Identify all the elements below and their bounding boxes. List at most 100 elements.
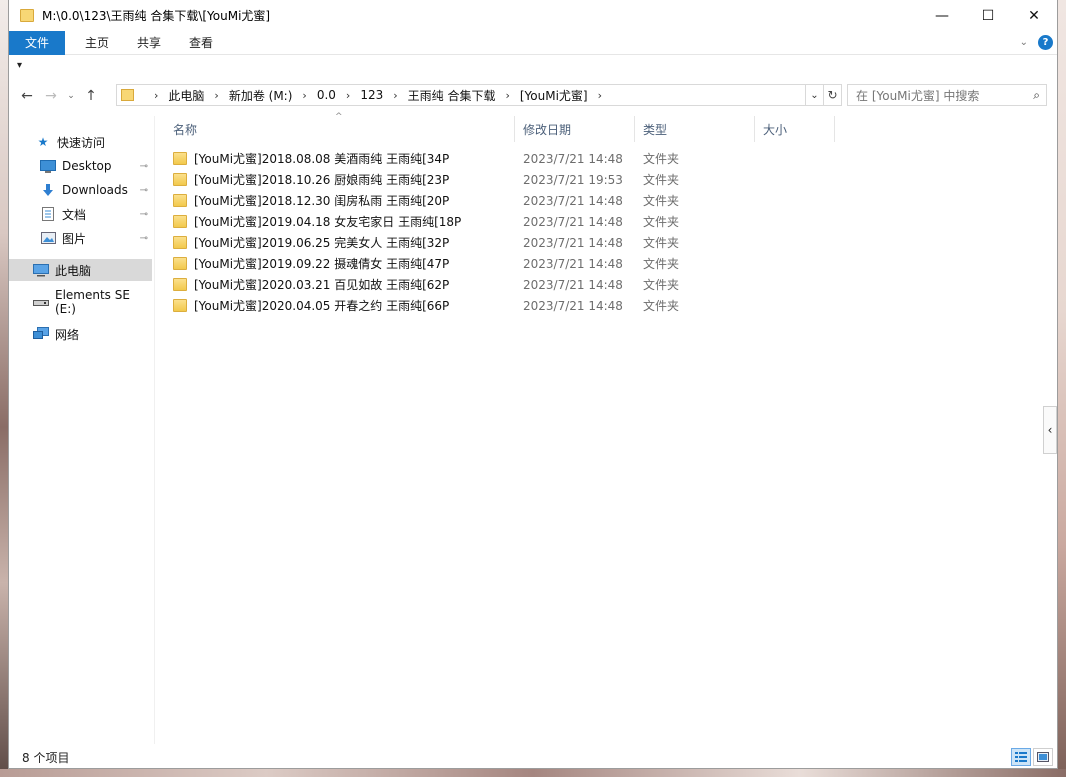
folder-icon <box>173 299 187 312</box>
sidebar-item-label: Elements SE (E:) <box>55 288 130 316</box>
table-row[interactable]: [YouMi尤蜜]2019.04.18 女友宅家日 王雨纯[18P 2023/7… <box>165 211 845 232</box>
breadcrumb-separator[interactable]: › <box>598 89 602 102</box>
breadcrumb-folder-collection[interactable]: 王雨纯 合集下载 <box>408 87 496 104</box>
search-input[interactable]: 在 [YouMi尤蜜] 中搜索 <box>856 87 979 104</box>
window-title: M:\0.0\123\王雨纯 合集下载\[YouMi尤蜜] <box>42 9 271 23</box>
large-icons-view-button[interactable] <box>1033 748 1053 766</box>
file-type: 文件夹 <box>643 194 680 208</box>
sidebar-item-downloads[interactable]: Downloads ⊸ <box>9 179 152 201</box>
preview-pane-toggle-chevron-icon[interactable]: ‹ <box>1043 406 1057 454</box>
table-row[interactable]: [YouMi尤蜜]2018.12.30 闺房私雨 王雨纯[20P 2023/7/… <box>165 190 845 211</box>
ribbon-tabs: 文件 主页 共享 查看 ⌄ ? <box>9 30 1057 55</box>
details-view-button[interactable] <box>1011 748 1031 766</box>
search-box[interactable]: 在 [YouMi尤蜜] 中搜索 ⌕ <box>847 84 1047 106</box>
column-header-label: 修改日期 <box>523 122 572 137</box>
file-name: [YouMi尤蜜]2018.12.30 闺房私雨 王雨纯[20P <box>194 194 450 208</box>
download-icon <box>40 183 56 197</box>
tab-home[interactable]: 主页 <box>71 31 123 55</box>
sidebar-item-documents[interactable]: 文档 ⊸ <box>9 203 152 225</box>
table-row[interactable]: [YouMi尤蜜]2020.04.05 开春之约 王雨纯[66P 2023/7/… <box>165 295 845 316</box>
tab-view[interactable]: 查看 <box>175 31 227 55</box>
pin-icon[interactable]: ⊸ <box>140 233 148 244</box>
pin-icon[interactable]: ⊸ <box>140 185 148 196</box>
folder-icon <box>173 194 187 207</box>
folder-icon <box>173 257 187 270</box>
file-date: 2023/7/21 19:53 <box>523 172 623 187</box>
file-type: 文件夹 <box>643 173 680 187</box>
up-button[interactable]: ↑ <box>79 88 103 104</box>
file-type: 文件夹 <box>643 215 680 229</box>
sidebar-item-network[interactable]: 网络 <box>9 323 152 345</box>
details-view-icon <box>1015 752 1027 762</box>
pin-icon[interactable]: ⊸ <box>140 209 148 220</box>
sidebar-item-label: 此电脑 <box>55 263 92 278</box>
file-date: 2023/7/21 14:48 <box>523 151 623 166</box>
column-header-size[interactable]: 大小 <box>755 116 835 142</box>
star-icon: ★ <box>37 135 49 149</box>
tab-share[interactable]: 共享 <box>123 31 175 55</box>
breadcrumb-this-pc[interactable]: 此电脑 <box>168 87 204 104</box>
refresh-button[interactable]: ↻ <box>824 84 842 106</box>
address-bar[interactable]: › 此电脑 › 新加卷 (M:) › 0.0 › 123 › 王雨纯 合集下载 … <box>116 84 806 106</box>
file-name-cell: [YouMi尤蜜]2019.04.18 女友宅家日 王雨纯[18P <box>173 213 461 230</box>
help-icon[interactable]: ? <box>1038 35 1053 50</box>
file-name-cell: [YouMi尤蜜]2018.08.08 美酒雨纯 王雨纯[34P <box>173 150 449 167</box>
breadcrumb-folder-current[interactable]: [YouMi尤蜜] <box>520 87 588 104</box>
breadcrumb-separator[interactable]: › <box>505 89 509 102</box>
breadcrumb-folder-123[interactable]: 123 <box>360 88 383 102</box>
file-name: [YouMi尤蜜]2019.04.18 女友宅家日 王雨纯[18P <box>194 215 462 229</box>
file-type: 文件夹 <box>643 257 680 271</box>
quick-access-toolbar-dropdown[interactable]: ▾ <box>17 60 22 71</box>
file-name: [YouMi尤蜜]2020.03.21 百见如故 王雨纯[62P <box>194 278 450 292</box>
table-row[interactable]: [YouMi尤蜜]2020.03.21 百见如故 王雨纯[62P 2023/7/… <box>165 274 845 295</box>
breadcrumb-separator[interactable]: › <box>302 89 306 102</box>
sidebar-item-this-pc[interactable]: 此电脑 <box>9 259 152 281</box>
file-name-cell: [YouMi尤蜜]2019.09.22 摄魂倩女 王雨纯[47P <box>173 255 449 272</box>
recent-locations-button[interactable]: ⌄ <box>63 91 79 101</box>
breadcrumb-drive[interactable]: 新加卷 (M:) <box>229 87 293 104</box>
navigation-pane: ★ 快速访问 Desktop ⊸ Downloads ⊸ 文档 ⊸ 图片 ⊸ 此… <box>9 116 155 744</box>
column-header-name[interactable]: 名称 <box>165 116 515 142</box>
close-button[interactable]: ✕ <box>1011 0 1057 31</box>
breadcrumb-separator[interactable]: › <box>393 89 397 102</box>
sidebar-item-pictures[interactable]: 图片 ⊸ <box>9 227 152 249</box>
table-row[interactable]: [YouMi尤蜜]2018.08.08 美酒雨纯 王雨纯[34P 2023/7/… <box>165 148 845 169</box>
file-name-cell: [YouMi尤蜜]2020.03.21 百见如故 王雨纯[62P <box>173 276 449 293</box>
sidebar-item-drive[interactable]: Elements SE (E:) <box>9 288 152 316</box>
minimize-button[interactable]: — <box>919 0 965 31</box>
column-header-date[interactable]: 修改日期 <box>515 116 635 142</box>
view-buttons <box>1011 748 1053 766</box>
search-icon[interactable]: ⌕ <box>1033 88 1040 103</box>
forward-button[interactable]: → <box>39 88 63 104</box>
breadcrumb-separator[interactable]: › <box>346 89 350 102</box>
desktop-background-right <box>1058 0 1066 777</box>
file-type: 文件夹 <box>643 278 680 292</box>
breadcrumb-folder-0-0[interactable]: 0.0 <box>317 88 336 102</box>
table-row[interactable]: [YouMi尤蜜]2019.06.25 完美女人 王雨纯[32P 2023/7/… <box>165 232 845 253</box>
file-date: 2023/7/21 14:48 <box>523 277 623 292</box>
address-dropdown-button[interactable]: ⌄ <box>806 84 824 106</box>
tab-file[interactable]: 文件 <box>9 30 66 55</box>
file-type: 文件夹 <box>643 299 680 313</box>
file-name: [YouMi尤蜜]2020.04.05 开春之约 王雨纯[66P <box>194 299 450 313</box>
table-row[interactable]: [YouMi尤蜜]2018.10.26 厨娘雨纯 王雨纯[23P 2023/7/… <box>165 169 845 190</box>
pin-icon[interactable]: ⊸ <box>140 161 148 172</box>
file-name-cell: [YouMi尤蜜]2018.12.30 闺房私雨 王雨纯[20P <box>173 192 449 209</box>
breadcrumb-separator[interactable]: › <box>214 89 218 102</box>
title-bar[interactable]: M:\0.0\123\王雨纯 合集下载\[YouMi尤蜜] — ☐ ✕ <box>9 0 1057 31</box>
column-header-type[interactable]: 类型 <box>635 116 755 142</box>
expand-ribbon-chevron-icon[interactable]: ⌄ <box>1020 37 1028 48</box>
back-button[interactable]: ← <box>15 88 39 104</box>
desktop-icon <box>40 159 56 173</box>
table-row[interactable]: [YouMi尤蜜]2019.09.22 摄魂倩女 王雨纯[47P 2023/7/… <box>165 253 845 274</box>
breadcrumb-separator[interactable]: › <box>154 89 158 102</box>
pictures-icon <box>40 231 56 245</box>
sidebar-item-desktop[interactable]: Desktop ⊸ <box>9 155 152 177</box>
folder-icon <box>173 236 187 249</box>
sidebar-item-label: 网络 <box>55 327 80 342</box>
desktop-background-bottom <box>0 769 1066 777</box>
explorer-window: M:\0.0\123\王雨纯 合集下载\[YouMi尤蜜] — ☐ ✕ 文件 主… <box>8 0 1058 769</box>
maximize-button[interactable]: ☐ <box>965 0 1011 31</box>
sidebar-item-quick-access[interactable]: ★ 快速访问 <box>9 131 152 153</box>
column-header-label: 类型 <box>643 122 668 137</box>
